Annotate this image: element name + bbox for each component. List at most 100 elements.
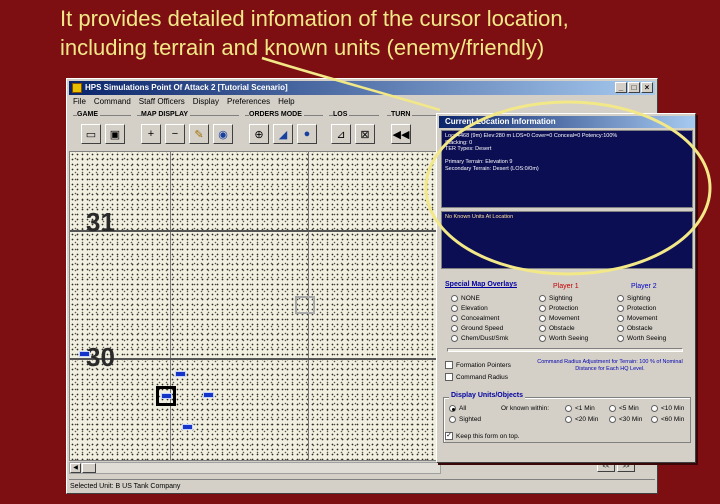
info-line: TER Types: Desert: [445, 146, 492, 153]
move-mode-button[interactable]: ◢: [273, 124, 293, 144]
previous-turn-button[interactable]: ◀◀: [391, 124, 411, 144]
prev-unit-button[interactable]: <<: [597, 462, 615, 472]
display-units-title: Display Units/Objects: [449, 392, 525, 399]
radio-label: <20 Min: [575, 416, 599, 423]
radio-label: Protection: [627, 305, 657, 312]
los-clear-button[interactable]: ⊠: [355, 124, 375, 144]
minus-icon: −: [171, 128, 179, 140]
scroll-thumb[interactable]: [82, 463, 96, 473]
zoom-out-button[interactable]: −: [165, 124, 185, 144]
toolbar-group-turn: TURN ◀◀: [387, 110, 437, 148]
menu-help[interactable]: Help: [278, 96, 294, 108]
check-icon: ✓: [445, 432, 453, 440]
range-30min-radio[interactable]: <30 Min: [609, 416, 642, 423]
save-game-button[interactable]: ▣: [105, 124, 125, 144]
range-20min-radio[interactable]: <20 Min: [565, 416, 598, 423]
radio-label: Protection: [549, 305, 579, 312]
close-button[interactable]: ×: [641, 82, 653, 93]
tactical-map[interactable]: 31 30: [69, 151, 439, 461]
unit-counter[interactable]: [175, 371, 186, 377]
command-radius-note: Command Radius Adjustment for Terrain: 1…: [537, 359, 683, 372]
radio-label: Ground Speed: [461, 325, 504, 332]
minimize-button[interactable]: _: [615, 82, 627, 93]
radio-label: Worth Seeing: [549, 335, 589, 342]
overlay-slider[interactable]: [447, 348, 683, 352]
known-units-text: No Known Units At Location: [445, 214, 514, 220]
range-10min-radio[interactable]: <10 Min: [651, 405, 684, 412]
p1-movement-radio[interactable]: Movement: [539, 315, 579, 322]
radio-label: Chem/Dust/Smk: [461, 335, 509, 342]
radio-label: <5 Min: [619, 405, 639, 412]
p2-protection-radio[interactable]: Protection: [617, 305, 656, 312]
unit-counter[interactable]: [79, 351, 90, 357]
map-horizontal-scrollbar[interactable]: ◀: [69, 462, 441, 474]
p2-obstacle-radio[interactable]: Obstacle: [617, 325, 653, 332]
known-units-box: No Known Units At Location: [441, 211, 693, 269]
p2-worth-seeing-radio[interactable]: Worth Seeing: [617, 335, 666, 342]
unit-counter[interactable]: [182, 424, 193, 430]
menu-bar: File Command Staff Officers Display Pref…: [69, 96, 295, 108]
menu-staff-officers[interactable]: Staff Officers: [139, 96, 185, 108]
p1-protection-radio[interactable]: Protection: [539, 305, 578, 312]
map-pencil-button[interactable]: ✎: [189, 124, 209, 144]
overlay-concealment-radio[interactable]: Concealment: [451, 315, 499, 322]
crosshair-button[interactable]: ⊕: [249, 124, 269, 144]
fire-mode-button[interactable]: ●: [297, 124, 317, 144]
selected-unit-box[interactable]: [156, 386, 176, 406]
p1-sighting-radio[interactable]: Sighting: [539, 295, 573, 302]
p2-movement-radio[interactable]: Movement: [617, 315, 657, 322]
radio-label: <1 Min: [575, 405, 595, 412]
toolbar-group-game: GAME ▭ ▣: [73, 110, 131, 148]
window-view-button[interactable]: ▭: [81, 124, 101, 144]
info-line: Stacking: 0: [445, 139, 473, 146]
hex-label-30: 30: [86, 342, 115, 372]
overlay-elevation-radio[interactable]: Elevation: [451, 305, 488, 312]
display-sighted-radio[interactable]: Sighted: [449, 416, 481, 423]
command-radius-checkbox[interactable]: Command Radius: [445, 373, 508, 381]
menu-preferences[interactable]: Preferences: [227, 96, 270, 108]
display-all-radio[interactable]: All: [449, 405, 466, 412]
p1-worth-seeing-radio[interactable]: Worth Seeing: [539, 335, 588, 342]
unit-counter[interactable]: [203, 392, 214, 398]
p2-sighting-radio[interactable]: Sighting: [617, 295, 651, 302]
rewind-icon: ◀◀: [392, 128, 410, 141]
los-icon: ⊿: [336, 128, 346, 141]
range-5min-radio[interactable]: <5 Min: [609, 405, 639, 412]
window-icon: ▭: [85, 128, 97, 141]
overlay-ground-speed-radio[interactable]: Ground Speed: [451, 325, 503, 332]
grid-line-h1: [70, 230, 438, 232]
radio-label: <30 Min: [619, 416, 643, 423]
range-1min-radio[interactable]: <1 Min: [565, 405, 595, 412]
menu-display[interactable]: Display: [193, 96, 219, 108]
path-icon: ◢: [278, 128, 288, 141]
unit-nav: << >>: [597, 462, 635, 472]
zoom-in-button[interactable]: +: [141, 124, 161, 144]
grid-line-h2: [70, 358, 438, 360]
menu-command[interactable]: Command: [94, 96, 131, 108]
radio-label: <10 Min: [661, 405, 685, 412]
globe-button[interactable]: ◉: [213, 124, 233, 144]
location-info-panel: Current Location Information Loc: 4468 (…: [436, 113, 696, 463]
menu-file[interactable]: File: [73, 96, 86, 108]
overlay-none-radio[interactable]: NONE: [451, 295, 480, 302]
globe-icon: ◉: [218, 128, 228, 141]
range-60min-radio[interactable]: <60 Min: [651, 416, 684, 423]
radio-label: <60 Min: [661, 416, 685, 423]
p1-obstacle-radio[interactable]: Obstacle: [539, 325, 575, 332]
next-unit-button[interactable]: >>: [617, 462, 635, 472]
scroll-left-button[interactable]: ◀: [70, 463, 81, 473]
overlay-chem-radio[interactable]: Chem/Dust/Smk: [451, 335, 508, 342]
pencil-icon: ✎: [194, 128, 204, 141]
group-label-los: LOS: [333, 111, 350, 118]
player-1-header: Player 1: [553, 283, 579, 290]
formation-pointers-checkbox[interactable]: Formation Pointers: [445, 361, 511, 369]
caption-line-2: including terrain and known units (enemy…: [60, 35, 545, 60]
keep-on-top-checkbox[interactable]: ✓ Keep this form on top.: [445, 432, 520, 440]
maximize-button[interactable]: □: [628, 82, 640, 93]
toolbar-group-orders-mode: ORDERS MODE ⊕ ◢ ●: [245, 110, 323, 148]
radio-label: Sighting: [627, 295, 651, 302]
los-tool-button[interactable]: ⊿: [331, 124, 351, 144]
checkbox-label: Command Radius: [456, 373, 509, 381]
disk-icon: ▣: [109, 128, 121, 141]
radio-label: Movement: [627, 315, 658, 322]
